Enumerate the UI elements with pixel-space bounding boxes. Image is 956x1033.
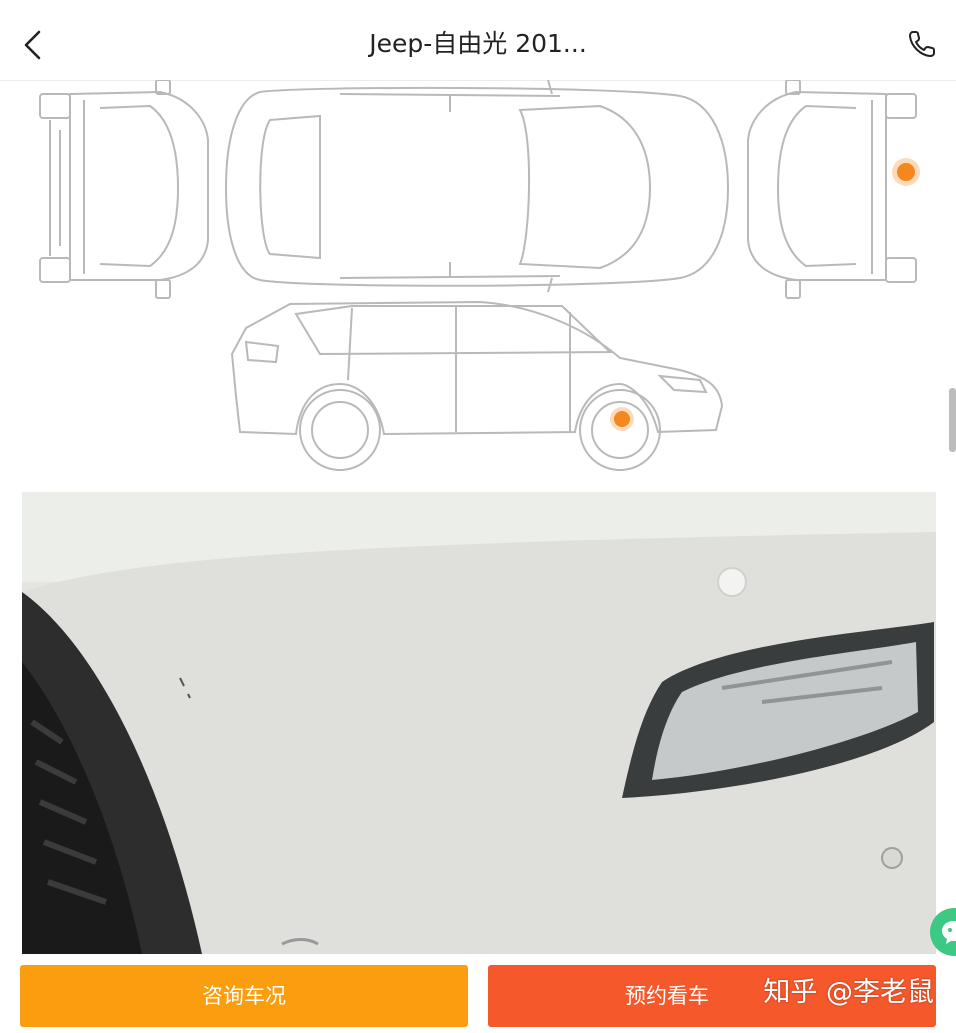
phone-icon	[909, 31, 935, 57]
booking-button-label: 预约看车	[625, 984, 709, 1008]
car-top-view	[224, 80, 730, 293]
damage-photo[interactable]	[22, 492, 936, 954]
chat-bubble-icon	[942, 921, 956, 944]
phone-button[interactable]	[902, 24, 942, 64]
car-front-view	[39, 80, 209, 299]
scrollbar-thumb[interactable]	[949, 388, 956, 452]
consult-condition-button[interactable]: 咨询车况	[20, 965, 468, 1027]
car-side-view	[230, 300, 724, 471]
damage-diagram	[0, 80, 956, 480]
watermark: 知乎 @李老鼠	[763, 977, 934, 1008]
damage-marker-rear-dot[interactable]	[897, 163, 915, 181]
page-title: Jeep-自由光 201...	[369, 29, 587, 58]
damage-marker-wheel[interactable]	[614, 411, 630, 427]
nav-header: Jeep-自由光 201...	[0, 0, 956, 81]
chevron-left-icon	[24, 30, 41, 60]
car-rear-view	[747, 80, 917, 299]
back-button[interactable]	[14, 24, 54, 64]
consult-button-label: 咨询车况	[202, 984, 286, 1008]
